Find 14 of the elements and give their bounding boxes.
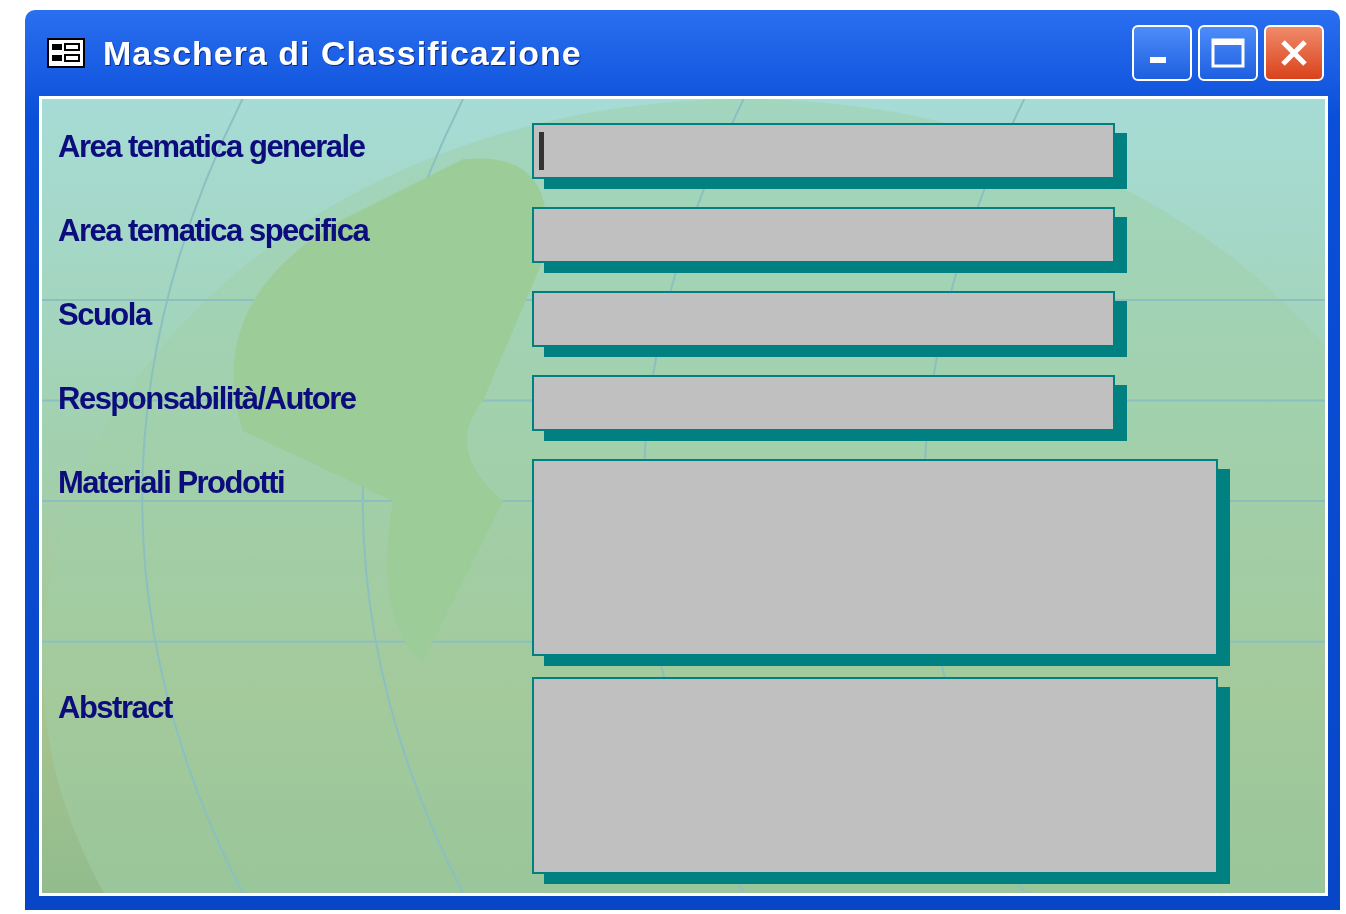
field-label: Abstract [58, 689, 174, 727]
field-label: Responsabilità/Autore [58, 380, 357, 418]
minimize-icon [1150, 57, 1166, 63]
field-label: Materiali Prodotti [58, 464, 286, 502]
close-icon [1279, 38, 1309, 68]
maximize-button[interactable] [1198, 25, 1258, 81]
close-button[interactable] [1264, 25, 1324, 81]
form-icon [47, 38, 85, 68]
field-label: Scuola [58, 296, 153, 334]
maximize-icon [1211, 38, 1245, 68]
field-label: Area tematica specifica [58, 212, 370, 250]
window-title: Maschera di Classificazione [103, 33, 583, 73]
minimize-button[interactable] [1132, 25, 1192, 81]
field-label: Area tematica generale [58, 128, 366, 166]
